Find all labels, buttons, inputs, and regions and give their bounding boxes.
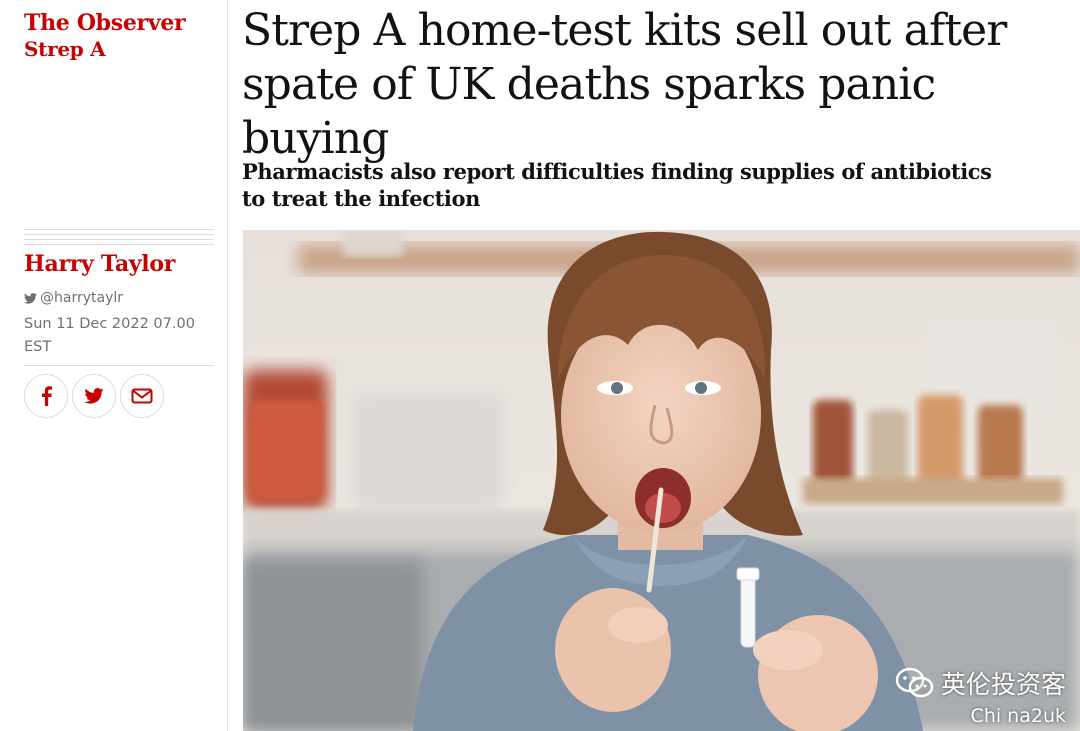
author-twitter[interactable]: @harrytaylr xyxy=(24,290,123,306)
article-standfirst: Pharmacists also report difficulties fin… xyxy=(242,159,992,211)
girl-taking-throat-swab-photo xyxy=(243,230,1080,731)
email-icon xyxy=(131,388,153,404)
twitter-icon xyxy=(84,388,104,404)
author-name[interactable]: Harry Taylor xyxy=(24,251,175,277)
share-buttons xyxy=(24,374,164,418)
article-meta-column: The Observer Strep A Harry Taylor @harry… xyxy=(0,0,228,731)
brand: The Observer Strep A xyxy=(24,10,186,62)
section-link[interactable]: Strep A xyxy=(24,36,185,62)
article-main-image xyxy=(243,230,1080,731)
wechat-icon xyxy=(895,667,934,698)
share-email-button[interactable] xyxy=(120,374,164,418)
facebook-icon xyxy=(41,386,52,406)
channel-watermark: 英伦投资客 Chi na2uk xyxy=(895,665,1066,727)
twitter-icon xyxy=(24,292,37,304)
watermark-channel-name: 英伦投资客 xyxy=(940,670,1066,699)
brand-name[interactable]: The Observer xyxy=(24,10,186,36)
share-divider xyxy=(24,365,214,366)
twitter-handle: @harrytaylr xyxy=(40,290,124,306)
watermark-handle: Chi na2uk xyxy=(970,705,1066,727)
article-headline: Strep A home-test kits sell out after sp… xyxy=(242,5,1007,164)
share-twitter-button[interactable] xyxy=(72,374,116,418)
share-facebook-button[interactable] xyxy=(24,374,68,418)
publish-date: Sun 11 Dec 2022 07.00 EST xyxy=(24,316,195,355)
meta-divider xyxy=(24,229,214,245)
